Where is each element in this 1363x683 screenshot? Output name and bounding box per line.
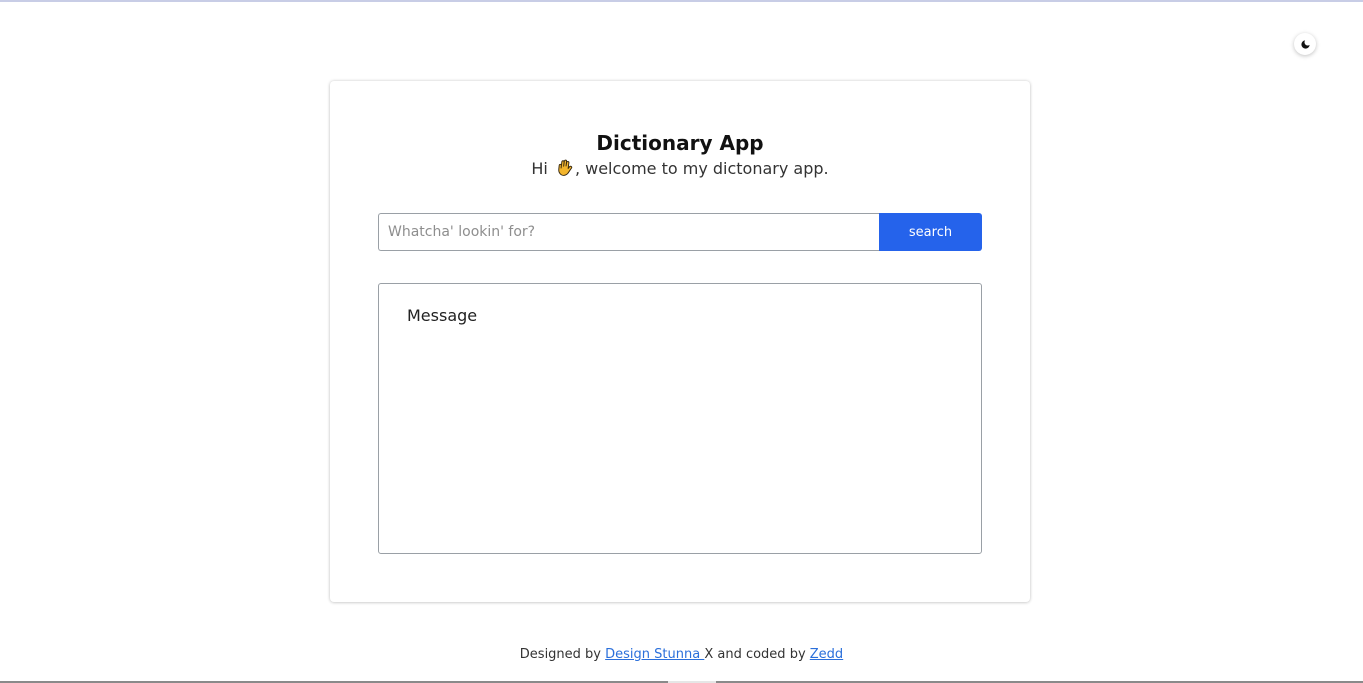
moon-icon [1300, 39, 1310, 49]
designer-suffix: X [704, 647, 714, 662]
footer-credits: Designed by Design Stunna X and coded by… [0, 646, 1363, 664]
coder-link[interactable]: Zedd [810, 647, 843, 662]
greeting-rest: , welcome to my dictonary app. [574, 159, 829, 178]
designer-link[interactable]: Design Stunna [605, 647, 704, 662]
search-input[interactable] [378, 213, 879, 251]
search-bar: search [378, 213, 982, 251]
footer-middle: and coded by [713, 647, 806, 662]
message-text: Message [407, 306, 478, 325]
result-panel: Message [378, 283, 982, 554]
page-title: Dictionary App [596, 131, 764, 155]
footer-prefix: Designed by [519, 647, 601, 662]
search-button[interactable]: search [879, 213, 982, 251]
waving-hand-icon [558, 159, 573, 176]
theme-toggle-button[interactable] [1294, 33, 1316, 55]
dictionary-card: Dictionary App Hi , welcome to my dicton… [330, 81, 1030, 602]
top-border [0, 0, 1363, 2]
welcome-text: Hi , welcome to my dictonary app. [330, 158, 1030, 180]
greeting-hi: Hi [531, 159, 548, 178]
